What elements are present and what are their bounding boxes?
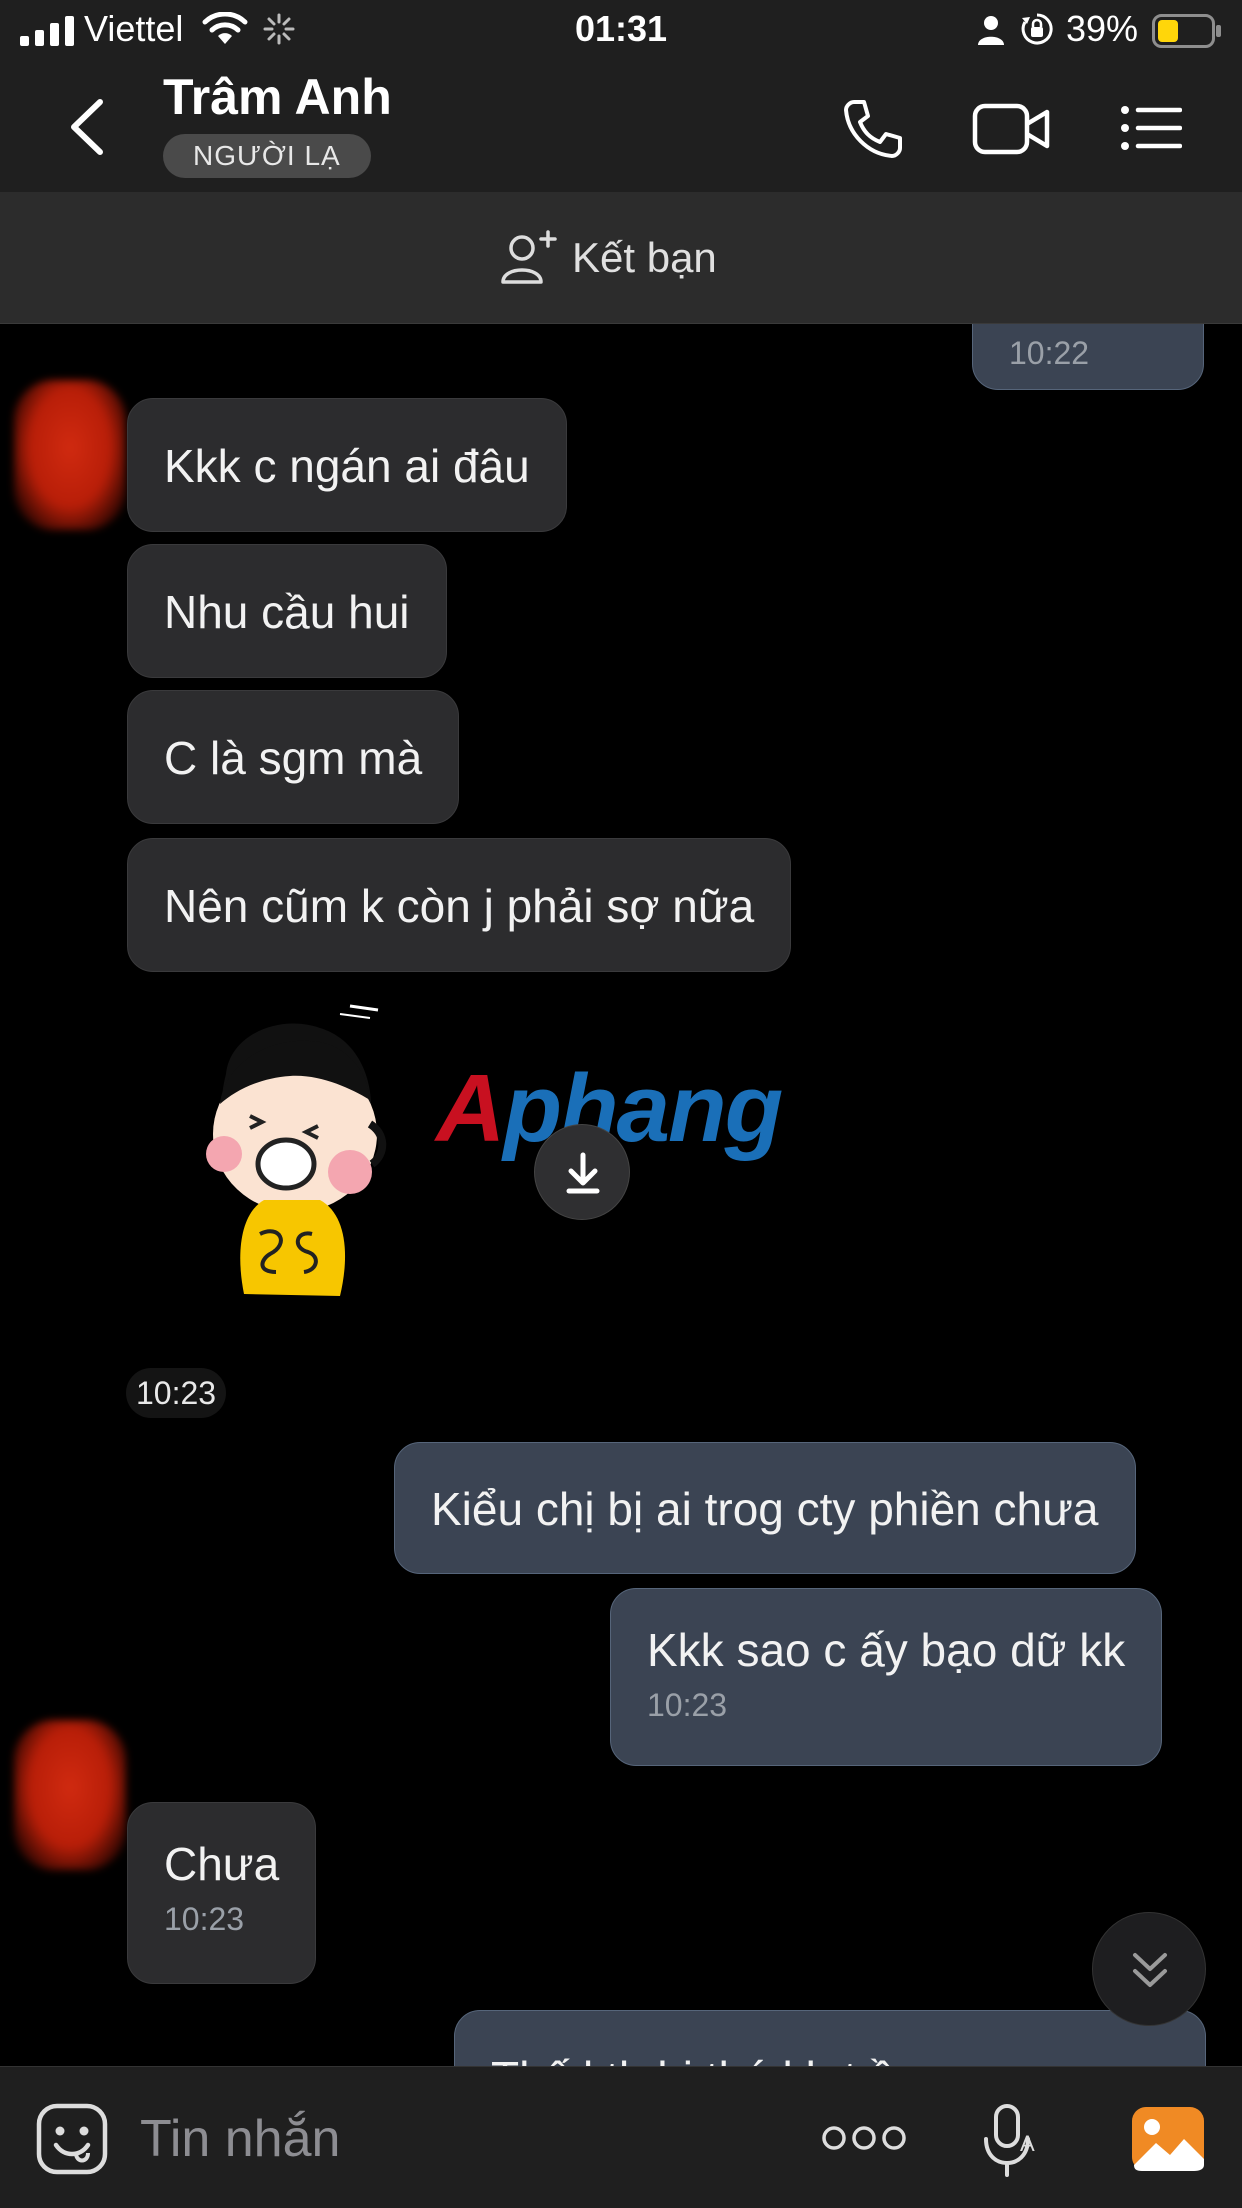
scroll-to-bottom-button[interactable] bbox=[1092, 1912, 1206, 2026]
rotation-lock-icon bbox=[1021, 13, 1053, 45]
message-text: Nhu cầu hui bbox=[164, 586, 410, 638]
message-text: C là sgm mà bbox=[164, 732, 423, 784]
chat-header: Trâm Anh NGƯỜI LẠ bbox=[0, 62, 1242, 192]
message-time: 10:22 bbox=[1009, 335, 1090, 371]
message-text: Nên cũm k còn j phải sợ nữa bbox=[164, 880, 755, 932]
person-icon bbox=[978, 16, 1004, 45]
message-bubble-incoming[interactable]: Nên cũm k còn j phải sợ nữa bbox=[127, 838, 792, 972]
menu-icon[interactable] bbox=[1120, 96, 1182, 160]
message-text: Kkk c ngán ai đâu bbox=[164, 440, 530, 492]
contact-name[interactable]: Trâm Anh bbox=[163, 68, 392, 126]
more-icon[interactable] bbox=[822, 2123, 906, 2153]
message-text: Kkk sao c ấy bạo dữ kk bbox=[647, 1624, 1126, 1676]
avatar[interactable] bbox=[14, 1720, 126, 1870]
message-time: 10:23 bbox=[164, 1901, 245, 1937]
sticker-time: 10:23 bbox=[126, 1368, 227, 1418]
battery-icon bbox=[1152, 14, 1221, 48]
add-person-icon bbox=[501, 230, 557, 284]
message-bubble-incoming[interactable]: Chưa 10:23 bbox=[127, 1802, 317, 1984]
message-input[interactable] bbox=[140, 2103, 780, 2175]
message-text: Thấ l th hi thá l h t ề bbox=[491, 2051, 1169, 2066]
message-bubble-outgoing[interactable]: Kiểu chị bị ai trog cty phiền chưa bbox=[394, 1442, 1136, 1574]
image-icon[interactable] bbox=[1130, 2105, 1206, 2173]
message-bubble-incoming[interactable]: Nhu cầu hui bbox=[127, 544, 447, 678]
download-button[interactable] bbox=[534, 1124, 630, 1220]
clock: 01:31 bbox=[574, 8, 668, 49]
avatar[interactable] bbox=[14, 380, 126, 530]
video-call-icon[interactable] bbox=[972, 96, 1050, 160]
back-icon[interactable] bbox=[60, 96, 112, 158]
message-bubble-outgoing[interactable]: 10:22 bbox=[972, 324, 1204, 390]
add-friend-bar: Kết bạn bbox=[0, 192, 1242, 324]
download-icon bbox=[566, 1152, 600, 1194]
emoji-icon[interactable] bbox=[36, 2103, 108, 2175]
message-time: 10:23 bbox=[647, 1687, 728, 1723]
battery-percentage: 39% bbox=[1066, 8, 1139, 49]
double-chevron-down-icon bbox=[1133, 1953, 1167, 1987]
message-bubble-incoming[interactable]: C là sgm mà bbox=[127, 690, 460, 824]
message-text: Kiểu chị bị ai trog cty phiền chưa bbox=[431, 1483, 1099, 1535]
svg-text:A: A bbox=[1020, 2131, 1035, 2156]
composer-bar: A bbox=[0, 2066, 1242, 2208]
add-friend-button[interactable]: Kết bạn bbox=[500, 230, 717, 286]
status-bar: Viettel 01:31 39% bbox=[0, 0, 1242, 62]
stranger-badge: NGƯỜI LẠ bbox=[163, 134, 371, 178]
phone-icon[interactable] bbox=[840, 96, 904, 160]
voice-to-text-icon[interactable]: A bbox=[982, 2103, 1038, 2179]
add-friend-label: Kết bạn bbox=[572, 234, 717, 281]
message-bubble-outgoing[interactable]: Kkk sao c ấy bạo dữ kk 10:23 bbox=[610, 1588, 1163, 1766]
sticker-image[interactable] bbox=[200, 1004, 440, 1334]
message-text: Chưa bbox=[164, 1838, 280, 1890]
message-bubble-incoming[interactable]: Kkk c ngán ai đâu bbox=[127, 398, 567, 532]
message-list[interactable]: 10:22 Kkk c ngán ai đâu Nhu cầu hui C là… bbox=[0, 324, 1242, 2066]
